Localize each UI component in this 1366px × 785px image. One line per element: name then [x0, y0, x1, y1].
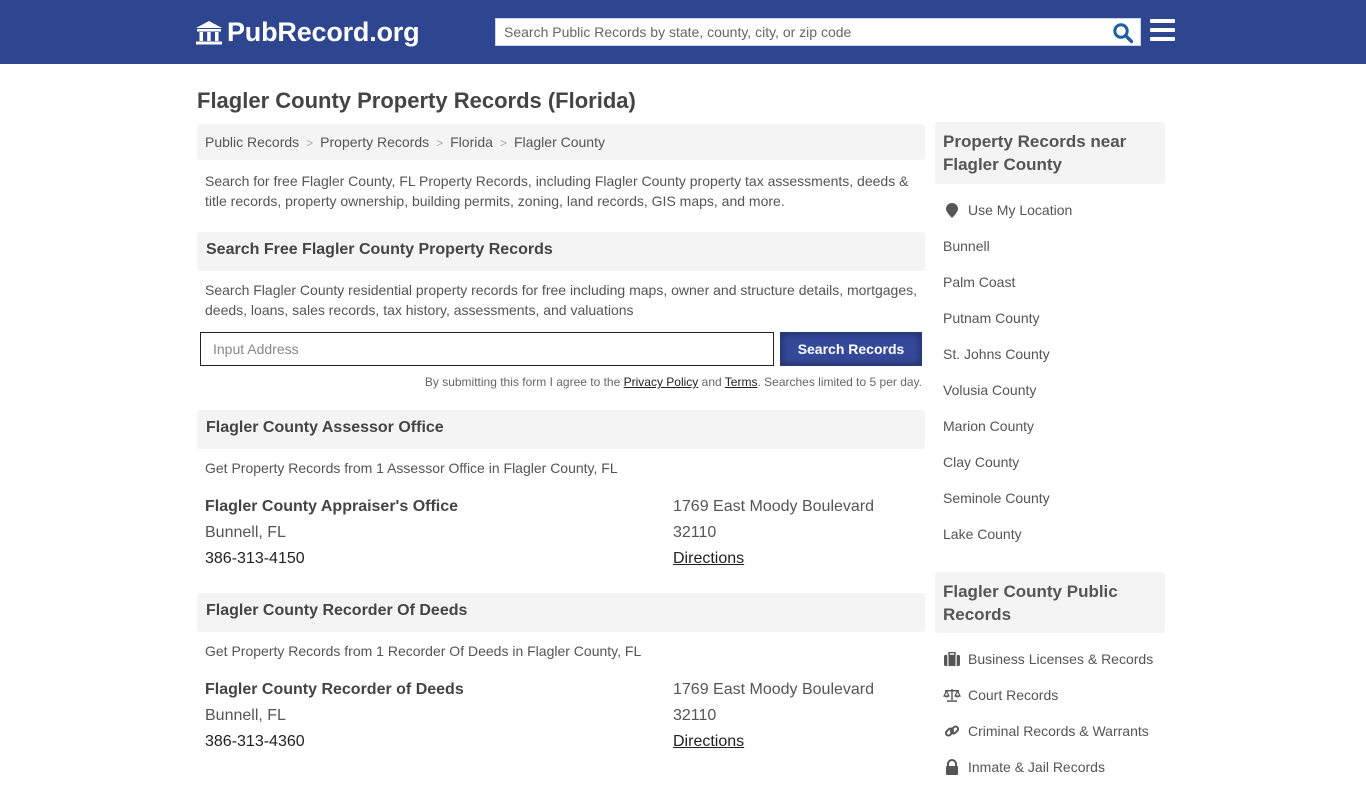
public-record-item[interactable]: Inmate & Jail Records [943, 749, 1165, 785]
breadcrumb-flagler-county[interactable]: Flagler County [514, 134, 605, 150]
nearby-link-putnam-county[interactable]: Putnam County [943, 310, 1040, 326]
recorder-section-heading: Flagler County Recorder Of Deeds [197, 593, 925, 632]
breadcrumb: Public Records > Property Records > Florida >… [197, 124, 925, 160]
courthouse-icon [196, 20, 222, 44]
breadcrumb-separator: > [306, 136, 314, 150]
nearby-link-lake-county[interactable]: Lake County [943, 526, 1022, 542]
disclaimer-text: By submitting this form I agree to the [424, 375, 624, 389]
nearby-item[interactable]: Marion County [943, 408, 1165, 444]
search-section-description: Search Flagler County residential proper… [205, 282, 918, 318]
breadcrumb-separator: > [436, 136, 444, 150]
office-listing: Flagler County Recorder of Deeds Bunnell… [205, 681, 925, 761]
recorder-section-description: Get Property Records from 1 Recorder Of … [205, 643, 642, 659]
logo-text: PubRecord.org [227, 17, 420, 47]
top-navbar: PubRecord.org [0, 0, 1366, 64]
office-listing: Flagler County Appraiser's Office Bunnel… [205, 498, 925, 578]
office-zip: 32110 [673, 524, 717, 541]
breadcrumb-property-records[interactable]: Property Records [320, 134, 429, 150]
form-disclaimer: By submitting this form I agree to the P… [300, 375, 922, 389]
public-record-link[interactable]: Inmate & Jail Records [968, 759, 1105, 775]
search-section-heading: Search Free Flagler County Property Reco… [197, 232, 925, 271]
disclaimer-text: and [698, 375, 725, 389]
public-records-heading: Flagler County Public Records [935, 572, 1165, 633]
nearby-link-bunnell[interactable]: Bunnell [943, 238, 990, 254]
privacy-policy-link[interactable]: Privacy Policy [624, 375, 699, 389]
global-search [495, 18, 1141, 46]
directions-link[interactable]: Directions [673, 550, 744, 568]
public-record-item[interactable]: Criminal Records & Warrants [943, 713, 1165, 749]
nearby-list: Use My Location Bunnell Palm Coast Putna… [943, 192, 1165, 552]
office-phone[interactable]: 386-313-4360 [205, 733, 305, 751]
nearby-item[interactable]: Clay County [943, 444, 1165, 480]
lock-icon [943, 759, 961, 775]
office-phone[interactable]: 386-313-4150 [205, 550, 305, 568]
terms-link[interactable]: Terms [725, 375, 758, 389]
nearby-link-st-johns-county[interactable]: St. Johns County [943, 346, 1050, 362]
nearby-link-palm-coast[interactable]: Palm Coast [943, 274, 1015, 290]
public-record-link[interactable]: Criminal Records & Warrants [968, 723, 1149, 739]
page-title: Flagler County Property Records (Florida… [197, 88, 636, 113]
breadcrumb-public-records[interactable]: Public Records [205, 134, 299, 150]
office-city: Bunnell, FL [205, 524, 286, 541]
assessor-section-heading: Flagler County Assessor Office [197, 410, 925, 449]
hamburger-menu-icon[interactable] [1150, 19, 1175, 41]
breadcrumb-florida[interactable]: Florida [450, 134, 493, 150]
office-street: 1769 East Moody Boulevard [673, 498, 875, 515]
office-city: Bunnell, FL [205, 707, 286, 724]
global-search-input[interactable] [496, 19, 1096, 45]
briefcase-icon [943, 651, 961, 667]
use-my-location[interactable]: Use My Location [943, 192, 1165, 228]
public-record-link[interactable]: Court Records [968, 687, 1058, 703]
disclaimer-text: . Searches limited to 5 per day. [757, 375, 922, 389]
public-records-list: Business Licenses & Records Court Record… [943, 641, 1165, 785]
nearby-link-clay-county[interactable]: Clay County [943, 454, 1019, 470]
nearby-item[interactable]: Seminole County [943, 480, 1165, 516]
nearby-item[interactable]: Putnam County [943, 300, 1165, 336]
office-zip: 32110 [673, 707, 717, 724]
public-record-item[interactable]: Court Records [943, 677, 1165, 713]
map-marker-icon [943, 202, 961, 218]
nearby-heading: Property Records near Flagler County [935, 122, 1165, 184]
assessor-section-description: Get Property Records from 1 Assessor Off… [205, 460, 618, 476]
nearby-item[interactable]: Lake County [943, 516, 1165, 552]
office-name: Flagler County Appraiser's Office [205, 498, 459, 515]
nearby-link-seminole-county[interactable]: Seminole County [943, 490, 1050, 506]
public-record-item[interactable]: Business Licenses & Records [943, 641, 1165, 677]
intro-text: Search for free Flagler County, FL Prope… [205, 173, 909, 209]
search-icon[interactable] [1112, 22, 1134, 44]
nearby-item[interactable]: Volusia County [943, 372, 1165, 408]
nearby-link-marion-county[interactable]: Marion County [943, 418, 1034, 434]
office-street: 1769 East Moody Boulevard [673, 681, 875, 698]
search-records-button[interactable]: Search Records [780, 332, 922, 366]
office-name: Flagler County Recorder of Deeds [205, 681, 464, 698]
site-logo[interactable]: PubRecord.org [195, 17, 420, 48]
link-icon [943, 723, 961, 739]
nearby-item[interactable]: Palm Coast [943, 264, 1165, 300]
address-input[interactable] [200, 332, 774, 366]
breadcrumb-separator: > [499, 136, 507, 150]
nearby-item[interactable]: Bunnell [943, 228, 1165, 264]
nearby-item[interactable]: St. Johns County [943, 336, 1165, 372]
use-my-location-link[interactable]: Use My Location [968, 202, 1072, 218]
scales-icon [943, 687, 961, 703]
directions-link[interactable]: Directions [673, 733, 744, 751]
public-record-link[interactable]: Business Licenses & Records [968, 651, 1153, 667]
nearby-link-volusia-county[interactable]: Volusia County [943, 382, 1036, 398]
